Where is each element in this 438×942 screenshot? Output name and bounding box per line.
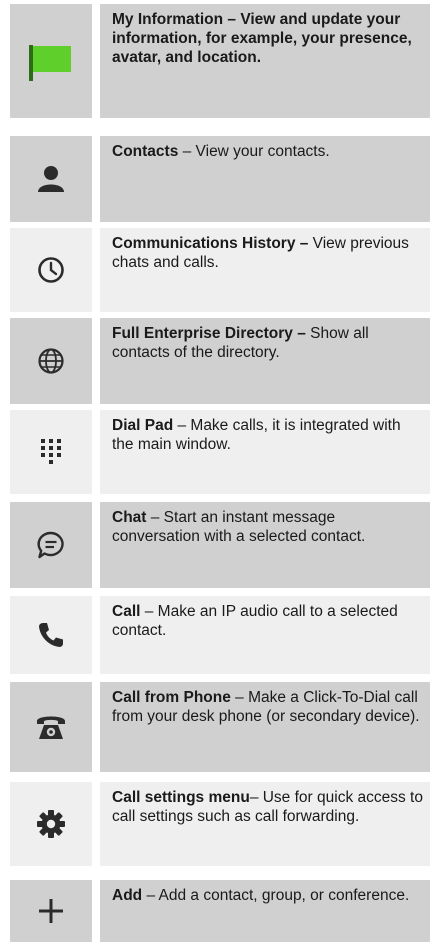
item-text: Chat – Start an instant message conversa…	[100, 502, 430, 588]
item-text: Call – Make an IP audio call to a select…	[100, 596, 430, 674]
item-title: Call from Phone	[112, 689, 231, 706]
item-title: Chat	[112, 509, 147, 526]
icon-cell	[10, 318, 92, 404]
list-item-chat: Chat – Start an instant message conversa…	[10, 502, 430, 588]
phone-handset-icon	[39, 623, 63, 647]
icon-cell	[10, 228, 92, 312]
icon-cell	[10, 4, 92, 118]
list-item-add: Add – Add a contact, group, or conferenc…	[10, 880, 430, 942]
item-title: Contacts	[112, 143, 179, 160]
item-title: Add	[112, 887, 143, 904]
clock-icon	[38, 257, 64, 283]
icon-cell	[10, 682, 92, 772]
chat-bubble-icon	[37, 531, 64, 559]
list-item-enterprise-directory: Full Enterprise Directory – Show all con…	[10, 318, 430, 404]
feature-list: My Information – View and update your in…	[0, 0, 438, 942]
item-text: Add – Add a contact, group, or conferenc…	[100, 880, 430, 942]
plus-icon	[39, 899, 63, 923]
item-title: Communications History –	[112, 235, 309, 252]
green-flag-icon	[29, 45, 71, 81]
icon-cell	[10, 136, 92, 222]
item-title: Dial Pad	[112, 417, 174, 434]
item-title: Full Enterprise Directory –	[112, 325, 306, 342]
list-item-communications-history: Communications History – View previous c…	[10, 228, 430, 312]
list-item-contacts: Contacts – View your contacts.	[10, 136, 430, 222]
desk-phone-icon	[37, 716, 65, 739]
icon-cell	[10, 502, 92, 588]
item-title: Call settings menu	[112, 789, 250, 806]
icon-cell	[10, 782, 92, 866]
item-text: Contacts – View your contacts.	[100, 136, 430, 222]
item-text: Dial Pad – Make calls, it is integrated …	[100, 410, 430, 494]
item-text: Communications History – View previous c…	[100, 228, 430, 312]
gear-icon	[37, 810, 65, 838]
item-text: Call settings menu– Use for quick access…	[100, 782, 430, 866]
item-text: Call from Phone – Make a Click-To-Dial c…	[100, 682, 430, 772]
dial-pad-icon	[41, 439, 61, 464]
item-text: My Information – View and update your in…	[100, 4, 430, 118]
item-desc: – Add a contact, group, or conference.	[142, 887, 410, 904]
item-desc: – Start an instant message conversation …	[112, 509, 366, 545]
icon-cell	[10, 410, 92, 494]
item-title: Call	[112, 603, 141, 620]
item-desc: – Make an IP audio call to a selected co…	[112, 603, 398, 639]
person-icon	[38, 166, 64, 192]
list-item-call-settings: Call settings menu– Use for quick access…	[10, 782, 430, 866]
icon-cell	[10, 880, 92, 942]
list-item-call-from-phone: Call from Phone – Make a Click-To-Dial c…	[10, 682, 430, 772]
list-item-call: Call – Make an IP audio call to a select…	[10, 596, 430, 674]
globe-icon	[38, 348, 64, 374]
item-text: Full Enterprise Directory – Show all con…	[100, 318, 430, 404]
list-item-my-information: My Information – View and update your in…	[10, 4, 430, 118]
item-title: My Information – View and update your in…	[112, 11, 412, 66]
icon-cell	[10, 596, 92, 674]
item-desc: – View your contacts.	[178, 143, 330, 160]
list-item-dial-pad: Dial Pad – Make calls, it is integrated …	[10, 410, 430, 494]
